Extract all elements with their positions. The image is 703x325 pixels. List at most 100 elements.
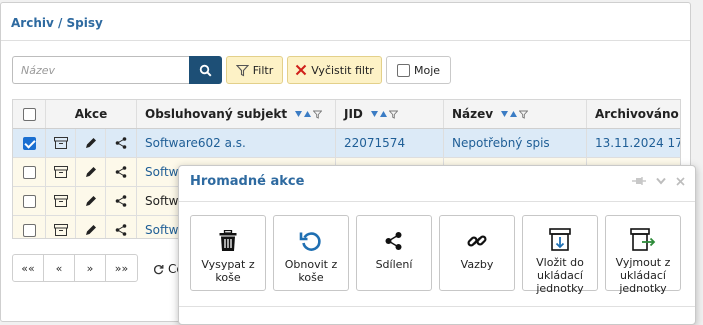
dialog-title: Hromadné akce [190, 174, 305, 189]
sharing-label: Sdílení [375, 258, 413, 271]
search-icon [199, 64, 212, 77]
header-divider [1, 40, 690, 41]
insert-to-storage-unit-button[interactable]: Vložit do ukládací jednotky [522, 215, 598, 295]
archive-box-button[interactable] [46, 158, 76, 186]
row-jid[interactable]: 22071574 [336, 129, 444, 157]
row-checkbox[interactable] [22, 223, 36, 237]
row-select-cell [13, 129, 46, 157]
column-header-name[interactable]: Název [444, 100, 587, 128]
sort-icon [501, 111, 518, 117]
row-select-cell [13, 158, 46, 186]
remove-from-storage-unit-button[interactable]: Vyjmout z ukládací jednotky [605, 215, 681, 295]
row-actions [46, 129, 137, 157]
row-subject[interactable]: Software602 a.s. [137, 129, 336, 157]
refresh-icon [154, 264, 164, 274]
insert-to-storage-unit-label: Vložit do ukládací jednotky [536, 256, 584, 295]
column-archived-label: Archivováno [595, 107, 679, 121]
dialog-header-divider [179, 201, 695, 202]
select-all-checkbox[interactable] [22, 107, 36, 121]
search-button[interactable] [189, 56, 222, 84]
column-name-label: Název [452, 107, 494, 121]
box-remove-icon [630, 228, 656, 251]
edit-button[interactable] [76, 216, 106, 238]
clear-filter-label: Vyčistit filtr [311, 63, 374, 77]
share-icon [115, 224, 127, 236]
close-icon [295, 64, 307, 76]
relations-button[interactable]: Vazby [439, 215, 515, 291]
archive-box-icon [53, 195, 68, 207]
row-archived[interactable]: 13.11.2024 17:44 [587, 129, 680, 157]
close-icon[interactable] [676, 176, 685, 186]
row-checkbox[interactable] [22, 194, 36, 208]
first-page-button[interactable]: «« [13, 255, 44, 281]
archive-box-button[interactable] [46, 129, 76, 157]
filter-icon[interactable] [519, 110, 529, 119]
filter-icon[interactable] [388, 110, 398, 119]
share-icon [385, 232, 402, 250]
filter-button-label: Filtr [252, 63, 274, 77]
archive-box-icon [53, 166, 68, 178]
share-button[interactable] [106, 158, 136, 186]
share-button[interactable] [106, 216, 136, 238]
pencil-icon [85, 225, 96, 235]
table-row[interactable]: Software602 a.s. 22071574 Nepotřebný spi… [13, 129, 680, 158]
row-checkbox[interactable] [22, 136, 36, 150]
pencil-icon [85, 167, 96, 177]
filter-icon[interactable] [313, 110, 323, 119]
column-jid-label: JID [344, 107, 363, 121]
filter-icon [235, 64, 249, 76]
row-actions [46, 158, 137, 186]
next-page-button[interactable]: » [75, 255, 106, 281]
bulk-actions-dialog: Hromadné akce Vysypat z koše Obnovit z k… [178, 165, 696, 325]
box-insert-icon [549, 228, 571, 251]
dialog-footer-divider [179, 306, 695, 307]
breadcrumb[interactable]: Archiv / Spisy [11, 13, 103, 33]
link-icon [467, 235, 487, 247]
column-header-jid[interactable]: JID [336, 100, 444, 128]
row-name[interactable]: Nepotřebný spis [444, 129, 587, 157]
last-page-button[interactable]: »» [106, 255, 137, 281]
previous-page-button[interactable]: « [44, 255, 75, 281]
archive-box-button[interactable] [46, 216, 76, 238]
empty-trash-button[interactable]: Vysypat z koše [190, 215, 266, 291]
row-actions [46, 216, 137, 238]
select-all-cell [13, 100, 46, 128]
edit-button[interactable] [76, 129, 106, 157]
edit-button[interactable] [76, 158, 106, 186]
share-button[interactable] [106, 187, 136, 215]
column-jid-sort[interactable] [370, 110, 398, 119]
column-header-archived[interactable]: Archivováno [587, 100, 680, 128]
search-input[interactable] [12, 56, 189, 84]
sharing-button[interactable]: Sdílení [356, 215, 432, 291]
restore-from-trash-label: Obnovit z koše [284, 258, 338, 284]
clear-filter-button[interactable]: Vyčistit filtr [287, 56, 382, 84]
remove-from-storage-unit-label: Vyjmout z ukládací jednotky [615, 256, 671, 295]
column-name-sort[interactable] [501, 110, 529, 119]
column-header-subject[interactable]: Obsluhovaný subjekt [137, 100, 336, 128]
edit-button[interactable] [76, 187, 106, 215]
archive-box-icon [53, 137, 68, 149]
row-select-cell [13, 216, 46, 238]
grid-header: Akce Obsluhovaný subjekt JID Název Archi… [13, 100, 680, 129]
column-subject-sort[interactable] [295, 110, 323, 119]
sort-icon [370, 111, 387, 117]
dialog-tools [632, 176, 685, 186]
pencil-icon [85, 138, 96, 148]
chevron-down-icon[interactable] [656, 177, 666, 185]
share-icon [115, 137, 127, 149]
share-button[interactable] [106, 129, 136, 157]
mine-checkbox[interactable] [396, 63, 410, 77]
row-select-cell [13, 187, 46, 215]
relations-label: Vazby [460, 258, 494, 271]
trash-icon [219, 230, 237, 251]
sort-icon [295, 111, 312, 117]
archive-box-button[interactable] [46, 187, 76, 215]
mine-toggle[interactable]: Moje [386, 56, 451, 84]
pagination: «« « » »» [12, 254, 138, 282]
row-checkbox[interactable] [22, 165, 36, 179]
pencil-icon [85, 196, 96, 206]
pin-icon[interactable] [632, 176, 646, 186]
filter-button[interactable]: Filtr [226, 56, 283, 84]
restore-from-trash-button[interactable]: Obnovit z koše [273, 215, 349, 291]
share-icon [115, 166, 127, 178]
